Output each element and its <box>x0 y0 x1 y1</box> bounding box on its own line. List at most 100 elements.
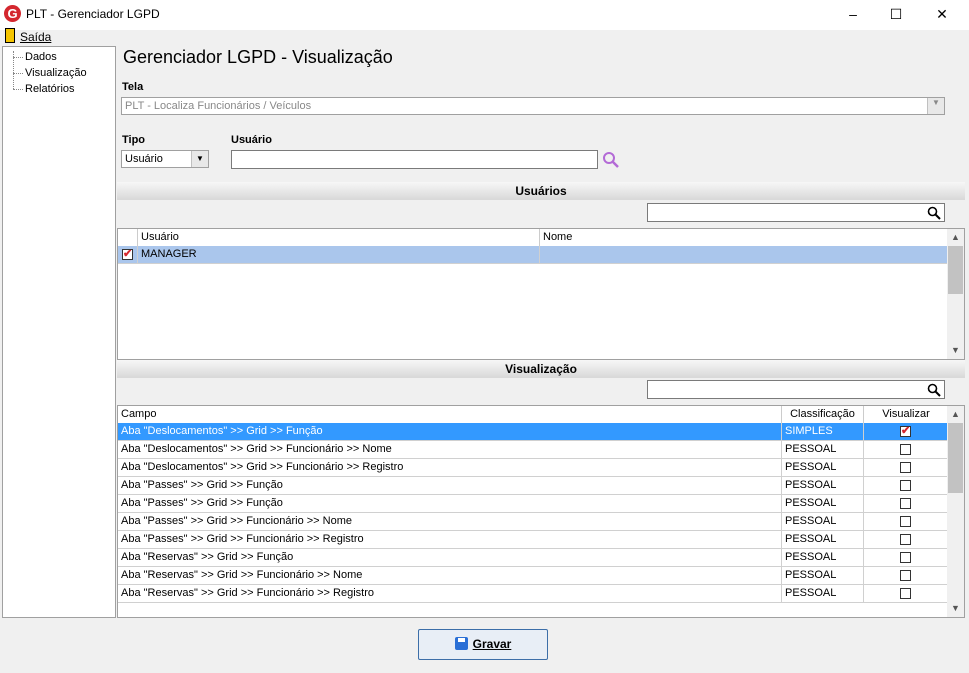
menu-item-saida[interactable]: Saída <box>20 30 51 44</box>
scroll-down-icon[interactable]: ▼ <box>947 342 964 359</box>
cell-visualizar <box>864 531 948 548</box>
usuarios-section-header: Usuários <box>117 182 965 200</box>
cell-classificacao: PESSOAL <box>782 495 864 512</box>
visualizacao-grid: Campo Classificação Visualizar Aba "Desl… <box>117 405 965 618</box>
app-logo-icon: G <box>4 5 21 22</box>
cell-campo: Aba "Reservas" >> Grid >> Funcionário >>… <box>118 567 782 584</box>
visualizar-checkbox[interactable] <box>900 480 911 491</box>
tree-connector <box>13 57 23 58</box>
scroll-up-icon[interactable]: ▲ <box>947 406 964 423</box>
grid-header: Campo Classificação Visualizar <box>118 406 949 424</box>
visualizar-checkbox[interactable] <box>900 516 911 527</box>
vertical-scrollbar[interactable]: ▲ ▼ <box>947 229 964 359</box>
tipo-value: Usuário <box>125 153 163 165</box>
cell-classificacao: PESSOAL <box>782 549 864 566</box>
cell-nome <box>540 246 948 263</box>
cell-classificacao: PESSOAL <box>782 585 864 602</box>
tela-select[interactable]: PLT - Localiza Funcionários / Veículos ▼ <box>121 97 945 115</box>
cell-campo: Aba "Reservas" >> Grid >> Função <box>118 549 782 566</box>
search-icon[interactable] <box>927 383 941 397</box>
visualizar-checkbox[interactable] <box>900 462 911 473</box>
cell-classificacao: PESSOAL <box>782 459 864 476</box>
tree-connector <box>13 73 23 74</box>
visualizar-checkbox[interactable] <box>900 588 911 599</box>
title-bar: G PLT - Gerenciador LGPD – ☐ ✕ <box>0 0 969 30</box>
cell-classificacao: PESSOAL <box>782 513 864 530</box>
table-row[interactable]: MANAGER <box>118 246 948 264</box>
chevron-down-icon: ▼ <box>927 98 944 114</box>
vertical-scrollbar[interactable]: ▲ ▼ <box>947 406 964 617</box>
tela-label: Tela <box>122 81 144 93</box>
chevron-down-icon: ▼ <box>191 151 208 167</box>
cell-visualizar <box>864 459 948 476</box>
row-select-checkbox[interactable] <box>122 246 133 263</box>
tela-value: PLT - Localiza Funcionários / Veículos <box>125 100 312 112</box>
maximize-button[interactable]: ☐ <box>873 0 919 30</box>
tree-item-dados[interactable]: Dados <box>25 51 57 63</box>
scroll-down-icon[interactable]: ▼ <box>947 600 964 617</box>
visualizacao-section-header: Visualização <box>117 360 965 378</box>
page-title: Gerenciador LGPD - Visualização <box>123 47 393 67</box>
minimize-button[interactable]: – <box>830 0 876 30</box>
column-usuario[interactable]: Usuário <box>138 229 540 246</box>
search-icon[interactable] <box>927 206 941 220</box>
scroll-up-icon[interactable]: ▲ <box>947 229 964 246</box>
cell-visualizar <box>864 495 948 512</box>
usuarios-filter-input[interactable] <box>647 203 945 222</box>
column-nome[interactable]: Nome <box>540 229 949 246</box>
usuario-input[interactable] <box>231 150 598 169</box>
table-row[interactable]: Aba "Deslocamentos" >> Grid >> Função SIM… <box>118 423 948 441</box>
save-disk-icon <box>454 637 468 650</box>
table-row[interactable]: Aba "Deslocamentos" >> Grid >> Funcionár… <box>118 459 948 477</box>
menu-bar <box>0 30 969 46</box>
table-row[interactable]: Aba "Deslocamentos" >> Grid >> Funcionár… <box>118 441 948 459</box>
cell-visualizar <box>864 513 948 530</box>
navigation-tree: Dados Visualização Relatórios <box>2 46 116 618</box>
tree-item-relatorios[interactable]: Relatórios <box>25 83 75 95</box>
table-row[interactable]: Aba "Passes" >> Grid >> Função PESSOAL <box>118 477 948 495</box>
cell-classificacao: PESSOAL <box>782 441 864 458</box>
exit-door-icon <box>5 28 15 43</box>
visualizar-checkbox[interactable] <box>900 444 911 455</box>
table-row[interactable]: Aba "Passes" >> Grid >> Funcionário >> R… <box>118 531 948 549</box>
cell-classificacao: SIMPLES <box>782 423 864 440</box>
column-visualizar[interactable]: Visualizar <box>864 406 949 423</box>
visualizar-checkbox[interactable] <box>900 552 911 563</box>
visualizar-checkbox[interactable] <box>900 534 911 545</box>
cell-campo: Aba "Reservas" >> Grid >> Funcionário >>… <box>118 585 782 602</box>
table-row[interactable]: Aba "Passes" >> Grid >> Função PESSOAL <box>118 495 948 513</box>
tipo-select[interactable]: Usuário ▼ <box>121 150 209 168</box>
tipo-label: Tipo <box>122 134 146 146</box>
tree-item-visualizacao[interactable]: Visualização <box>25 67 87 79</box>
gravar-label: Gravar <box>472 637 512 651</box>
tree-connector <box>13 89 23 90</box>
cell-campo: Aba "Passes" >> Grid >> Funcionário >> N… <box>118 513 782 530</box>
table-row[interactable]: Aba "Passes" >> Grid >> Funcionário >> N… <box>118 513 948 531</box>
grid-header: Usuário Nome <box>118 229 949 247</box>
table-row[interactable]: Aba "Reservas" >> Grid >> Funcionário >>… <box>118 585 948 603</box>
column-campo[interactable]: Campo <box>118 406 782 423</box>
visualizar-checkbox[interactable] <box>900 423 911 440</box>
cell-visualizar <box>864 441 948 458</box>
cell-visualizar <box>864 423 948 440</box>
scrollbar-thumb[interactable] <box>948 246 963 294</box>
cell-visualizar <box>864 585 948 602</box>
cell-campo: Aba "Deslocamentos" >> Grid >> Funcionár… <box>118 441 782 458</box>
cell-campo: Aba "Deslocamentos" >> Grid >> Função <box>118 423 782 440</box>
scrollbar-thumb[interactable] <box>948 423 963 493</box>
visualizar-checkbox[interactable] <box>900 570 911 581</box>
search-icon[interactable] <box>602 151 620 169</box>
close-button[interactable]: ✕ <box>919 0 965 30</box>
gravar-button[interactable]: Gravar <box>418 629 548 660</box>
visualizacao-filter-input[interactable] <box>647 380 945 399</box>
cell-campo: Aba "Passes" >> Grid >> Função <box>118 495 782 512</box>
column-classificacao[interactable]: Classificação <box>782 406 864 423</box>
cell-classificacao: PESSOAL <box>782 567 864 584</box>
table-row[interactable]: Aba "Reservas" >> Grid >> Funcionário >>… <box>118 567 948 585</box>
usuarios-grid: Usuário Nome MANAGER ▲ ▼ <box>117 228 965 360</box>
table-row[interactable]: Aba "Reservas" >> Grid >> Função PESSOAL <box>118 549 948 567</box>
cell-classificacao: PESSOAL <box>782 531 864 548</box>
cell-classificacao: PESSOAL <box>782 477 864 494</box>
visualizar-checkbox[interactable] <box>900 498 911 509</box>
cell-campo: Aba "Passes" >> Grid >> Função <box>118 477 782 494</box>
